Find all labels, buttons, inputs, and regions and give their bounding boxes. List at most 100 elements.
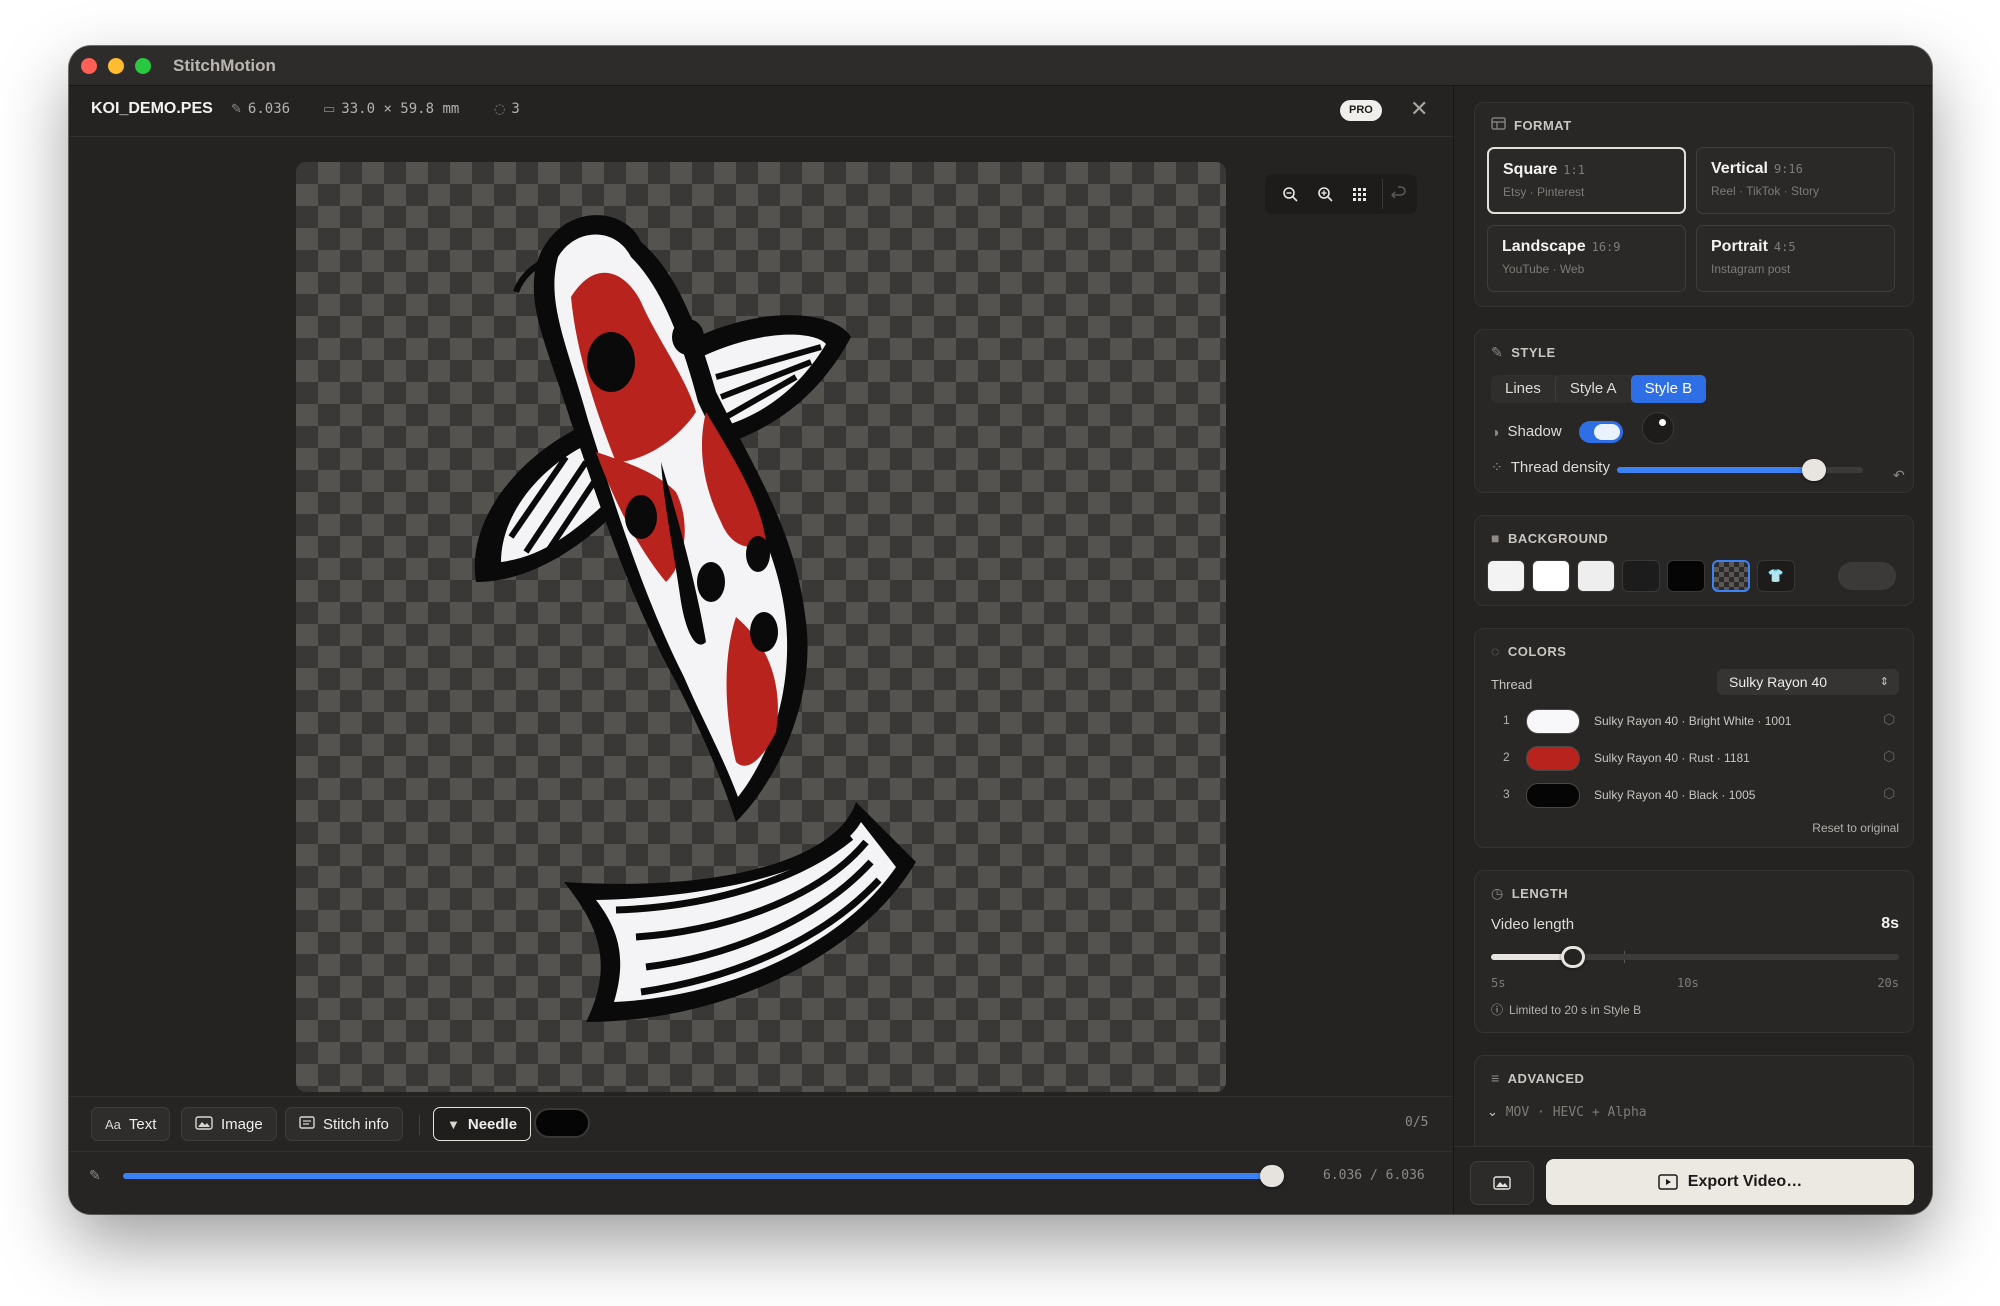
color-index: 2 [1503,750,1510,764]
dimensions-value: 33.0 × 59.8 mm [341,101,460,117]
color-swatch-black[interactable] [1526,783,1580,808]
square-fill-icon: ■ [1491,530,1500,546]
zoom-in-icon[interactable] [1308,179,1341,209]
bg-swatch-white[interactable] [1532,560,1570,592]
sliders-icon: ≡ [1491,1070,1500,1086]
tshirt-icon[interactable]: 👕 [1757,560,1795,592]
format-ratio: 4:5 [1773,240,1796,254]
stitch-progress-handle[interactable] [1260,1165,1284,1187]
format-ratio: 1:1 [1563,163,1585,177]
color-name: Sulky Rayon 40 · Rust · 1181 [1594,751,1750,765]
tag-icon[interactable]: ⬡ [1883,785,1895,802]
style-segmented-control: Lines Style A Style B [1491,375,1707,403]
playback-bar: Aa Text Image Stitch info ▼ Needle 0/5 ✎… [69,1096,1453,1214]
advanced-section: ≡ ADVANCED ⌄ MOV · HEVC + Alpha [1474,1055,1914,1155]
toolbar-divider [419,1115,420,1135]
format-square-button[interactable]: Square 1:1 Etsy · Pinterest [1487,147,1686,214]
add-image-button[interactable]: Image [181,1107,277,1141]
info-panel-icon [299,1116,315,1132]
add-text-button[interactable]: Aa Text [91,1107,171,1141]
color-swatch-rust[interactable] [1526,746,1580,771]
format-ratio: 9:16 [1773,162,1803,176]
format-landscape-button[interactable]: Landscape 16:9 YouTube · Web [1487,225,1686,292]
format-platforms: Etsy · Pinterest [1503,185,1585,199]
close-window-button[interactable] [81,58,97,74]
info-icon: ⓘ [1491,1003,1504,1017]
style-a-tab[interactable]: Style A [1554,375,1631,403]
bg-swatch-light-gray[interactable] [1487,560,1525,592]
reset-density-icon[interactable]: ↶ [1893,467,1905,484]
needle-toggle-button[interactable]: ▼ Needle [433,1107,532,1141]
length-header: ◷ LENGTH [1491,885,1568,902]
background-header: ■ BACKGROUND [1491,530,1608,546]
reset-colors-link[interactable]: Reset to original [1812,821,1899,835]
zoom-window-button[interactable] [135,58,151,74]
format-portrait-button[interactable]: Portrait 4:5 Instagram post [1696,225,1895,292]
length-mid-label: 10s [1677,976,1699,990]
zoom-out-icon[interactable] [1273,179,1306,209]
length-min-label: 5s [1491,976,1506,990]
text-icon: Aa [105,1116,121,1132]
shadow-label: Shadow [1507,423,1562,440]
grid-icon[interactable] [1343,179,1376,209]
stitch-progress-text: 6.036 / 6.036 [1323,1168,1425,1183]
bg-swatch-transparent[interactable] [1712,560,1750,592]
density-handle[interactable] [1801,459,1826,481]
stitch-progress-fill [123,1173,1272,1179]
thread-brand-value: Sulky Rayon 40 [1729,674,1828,690]
stitch-info-label: Stitch info [323,1115,389,1133]
length-note-text: Limited to 20 s in Style B [1509,1002,1642,1017]
video-length-slider[interactable] [1491,946,1899,968]
stitch-progress-icon: ✎ [89,1167,101,1183]
contrast-icon: ◑ [1491,423,1500,440]
stitch-info-button[interactable]: Stitch info [285,1107,403,1141]
stitch-progress-slider[interactable] [123,1165,1284,1187]
shadow-toggle[interactable] [1579,421,1623,443]
dots-grid-icon: ⁘ [1491,459,1503,475]
design-canvas[interactable] [296,162,1226,1092]
density-row: ⁘ Thread density [1491,459,1610,476]
video-length-value: 8s [1881,915,1899,932]
bg-swatch-off-white[interactable] [1577,560,1615,592]
thread-density-slider[interactable] [1617,459,1863,481]
color-swatch-white[interactable] [1526,709,1580,734]
image-icon [1493,1176,1511,1190]
bg-custom-color[interactable] [1838,562,1896,590]
file-name: KOI_DEMO.PES [91,100,213,117]
export-image-button[interactable] [1470,1161,1534,1205]
format-heading: FORMAT [1514,117,1572,133]
design-dimensions: ▭ 33.0 × 59.8 mm [323,101,459,117]
style-b-tab[interactable]: Style B [1630,375,1707,403]
tag-icon[interactable]: ⬡ [1883,711,1895,728]
pro-badge: PRO [1340,100,1382,121]
minimize-window-button[interactable] [108,58,124,74]
needle-color-swatch[interactable] [534,1108,590,1138]
add-text-label: Text [128,1115,157,1133]
shadow-direction-dial[interactable] [1642,412,1674,444]
style-lines-tab[interactable]: Lines [1491,375,1555,403]
play-video-icon [1658,1174,1678,1190]
palette-icon: ◌ [1491,643,1500,659]
style-header: ✎ STYLE [1491,344,1556,361]
advanced-header[interactable]: ≡ ADVANCED [1491,1070,1584,1086]
color-index: 3 [1503,787,1510,801]
close-icon[interactable]: ✕ [1410,96,1428,122]
tag-icon[interactable]: ⬡ [1883,748,1895,765]
color-index: 1 [1503,713,1510,727]
background-heading: BACKGROUND [1507,530,1609,546]
colors-section: ◌ COLORS Thread Sulky Rayon 40 ⇕ 1 Sulky… [1474,628,1914,848]
advanced-summary-text: MOV · HEVC + Alpha [1505,1105,1647,1120]
bg-swatch-black[interactable] [1667,560,1705,592]
length-handle[interactable] [1560,946,1585,968]
koi-embroidery-preview [474,215,916,1022]
style-heading: STYLE [1511,345,1556,360]
clock-icon: ◷ [1491,885,1504,901]
undo-icon[interactable] [1382,179,1415,209]
format-vertical-button[interactable]: Vertical 9:16 Reel · TikTok · Story [1696,147,1895,214]
shadow-row: ◑ Shadow [1491,423,1562,440]
thread-brand-select[interactable]: Sulky Rayon 40 ⇕ [1717,669,1899,695]
export-video-label: Export Video… [1687,1173,1803,1190]
export-video-button[interactable]: Export Video… [1546,1159,1914,1205]
bg-swatch-charcoal[interactable] [1622,560,1660,592]
advanced-summary[interactable]: ⌄ MOV · HEVC + Alpha [1487,1105,1647,1120]
